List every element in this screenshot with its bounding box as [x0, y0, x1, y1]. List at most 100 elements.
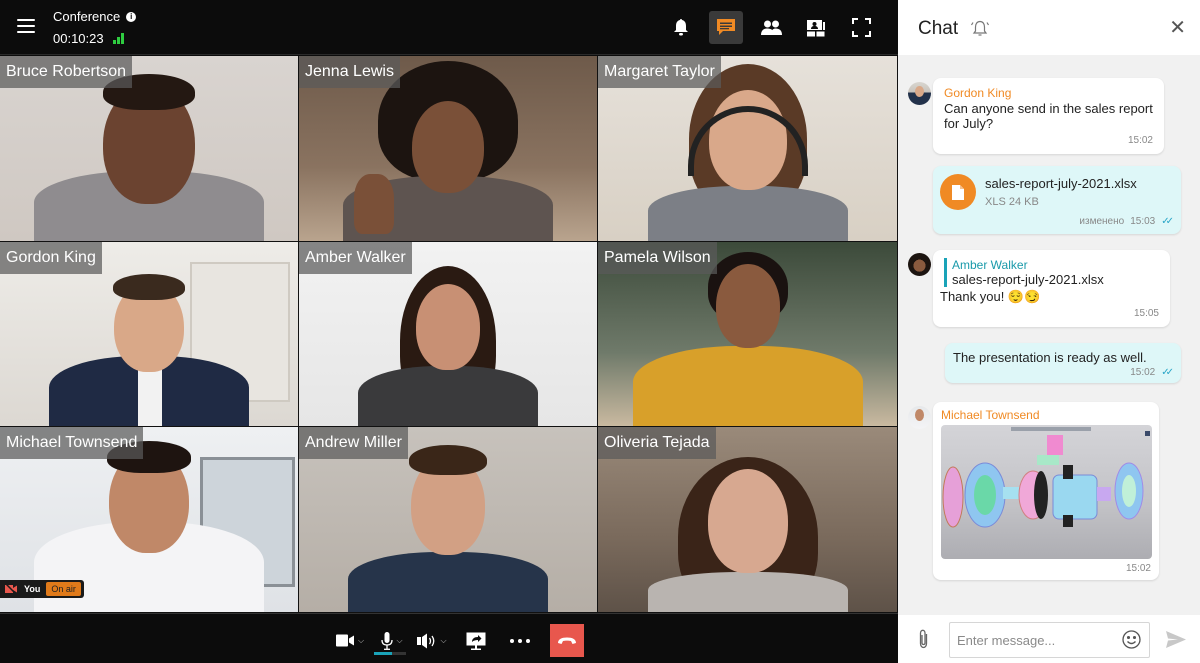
speaker-button[interactable]: ⌵ — [414, 626, 450, 656]
message-input[interactable] — [949, 622, 1150, 658]
people-icon — [760, 20, 782, 35]
notification-bell-icon[interactable] — [970, 19, 990, 38]
chat-message: The presentation is ready as well. 15:02… — [945, 343, 1181, 383]
share-screen-button[interactable] — [458, 626, 494, 656]
file-icon — [952, 184, 964, 200]
camera-button[interactable]: ⌵ — [332, 626, 368, 656]
chat-message-file: sales-report-july-2021.xlsx XLS 24 KB из… — [933, 166, 1181, 234]
timer-text: 00:10:23 — [53, 31, 104, 46]
quoted-sender: Amber Walker — [952, 258, 1028, 272]
participant-body — [348, 552, 548, 612]
message-time: изменено 15:03 ✓✓ — [1079, 216, 1174, 227]
microphone-icon — [381, 631, 394, 650]
message-text: Thank you! 😌😏 — [940, 289, 1041, 304]
chevron-down-icon[interactable]: ⌵ — [358, 636, 364, 646]
chat-icon — [717, 19, 735, 35]
message-timestamp: 15:02 — [1127, 135, 1153, 146]
participants-button[interactable] — [754, 11, 788, 44]
message-time: 15:02 ✓✓ — [953, 367, 1174, 378]
video-tile[interactable]: Bruce Robertson — [0, 56, 299, 242]
raised-hand — [354, 174, 394, 234]
message-composer — [898, 615, 1200, 663]
video-tile[interactable]: Amber Walker — [299, 242, 598, 427]
participant-name: Bruce Robertson — [0, 56, 133, 88]
paperclip-icon[interactable] — [918, 629, 929, 649]
fullscreen-button[interactable] — [844, 11, 878, 44]
file-meta: XLS 24 KB — [985, 196, 1039, 208]
microphone-button[interactable]: ⌵ — [374, 626, 410, 656]
file-name[interactable]: sales-report-july-2021.xlsx — [985, 176, 1137, 191]
read-receipt-icon: ✓✓ — [1161, 216, 1174, 227]
more-options-button[interactable] — [500, 626, 540, 656]
conference-title: Conference i — [53, 9, 137, 24]
chat-message: Amber Walker sales-report-july-2021.xlsx… — [933, 250, 1170, 327]
engine-3d-model-image — [942, 427, 1150, 528]
chat-header: Chat ✕ — [898, 0, 1200, 55]
participant-name: Andrew Miller — [299, 427, 408, 459]
participant-hair — [409, 445, 487, 475]
quoted-text: sales-report-july-2021.xlsx — [952, 272, 1104, 287]
video-grid: Bruce Robertson Jenna Lewis Margaret Tay… — [0, 56, 898, 613]
info-icon[interactable]: i — [126, 11, 137, 22]
message-text: Can anyone send in the sales report for … — [944, 101, 1153, 131]
phone-hangup-icon — [558, 637, 576, 644]
message-sender: Gordon King — [944, 86, 1012, 100]
layout-icon — [807, 19, 825, 36]
participant-hair — [113, 274, 185, 300]
participant-name: Margaret Taylor — [598, 56, 721, 88]
call-controls: ⌵ ⌵ ⌵ — [0, 613, 898, 663]
avatar — [908, 253, 931, 276]
image-attachment[interactable] — [941, 425, 1152, 559]
video-camera-icon — [335, 634, 354, 647]
edited-label: изменено — [1079, 216, 1125, 227]
participant-face — [715, 264, 780, 348]
message-time: 15:02 — [944, 135, 1153, 146]
call-controls-row: ⌵ ⌵ ⌵ — [332, 624, 584, 657]
mic-level-fill — [374, 652, 392, 655]
message-timestamp: 15:05 — [1133, 308, 1159, 319]
fullscreen-icon — [851, 18, 871, 37]
video-tile[interactable]: Oliveria Tejada — [598, 427, 898, 613]
participant-face — [412, 101, 484, 193]
close-chat-button[interactable]: ✕ — [1169, 18, 1186, 38]
speaker-icon — [417, 633, 435, 648]
message-time: 15:05 — [944, 308, 1159, 319]
participant-name: Oliveria Tejada — [598, 427, 716, 459]
bell-icon — [674, 19, 688, 36]
message-time: 15:02 — [941, 563, 1151, 574]
notifications-button[interactable] — [664, 11, 698, 44]
layout-button[interactable] — [799, 11, 833, 44]
video-tile[interactable]: Andrew Miller — [299, 427, 598, 613]
quoted-message[interactable]: Amber Walker sales-report-july-2021.xlsx — [944, 258, 1159, 287]
on-air-badge: On air — [46, 582, 81, 596]
chat-panel: Chat ✕ Gordon King Can anyone send in th… — [898, 0, 1200, 663]
conference-app: Conference i 00:10:23 Bruce Robertson Je… — [0, 0, 1200, 663]
chat-message-image: Michael Townsend 15:02 — [933, 402, 1159, 580]
conference-area: Conference i 00:10:23 Bruce Robertson Je… — [0, 0, 898, 663]
video-tile[interactable]: Pamela Wilson — [598, 242, 898, 427]
participant-face — [707, 469, 788, 573]
chevron-down-icon[interactable]: ⌵ — [440, 636, 446, 646]
file-download-button[interactable] — [940, 174, 976, 210]
mic-level-meter — [374, 652, 406, 655]
participant-face — [416, 284, 480, 370]
video-tile[interactable]: Gordon King — [0, 242, 299, 427]
message-sender: Michael Townsend — [941, 408, 1040, 422]
self-badge: You On air — [0, 580, 84, 598]
avatar — [908, 406, 931, 429]
menu-icon[interactable] — [17, 19, 35, 35]
message-timestamp: 15:02 — [1130, 367, 1156, 378]
top-actions — [664, 11, 878, 44]
hang-up-button[interactable] — [550, 624, 584, 657]
video-tile[interactable]: Jenna Lewis — [299, 56, 598, 242]
message-text: The presentation is ready as well. — [953, 350, 1147, 365]
chat-button[interactable] — [709, 11, 743, 44]
emoji-icon[interactable] — [1122, 630, 1141, 649]
chevron-down-icon[interactable]: ⌵ — [396, 636, 402, 646]
video-tile[interactable]: Michael Townsend You On air — [0, 427, 299, 613]
avatar — [908, 82, 931, 105]
send-icon[interactable] — [1166, 631, 1186, 648]
self-label: You — [24, 584, 41, 594]
top-bar: Conference i 00:10:23 — [0, 0, 898, 55]
video-tile[interactable]: Margaret Taylor — [598, 56, 898, 242]
